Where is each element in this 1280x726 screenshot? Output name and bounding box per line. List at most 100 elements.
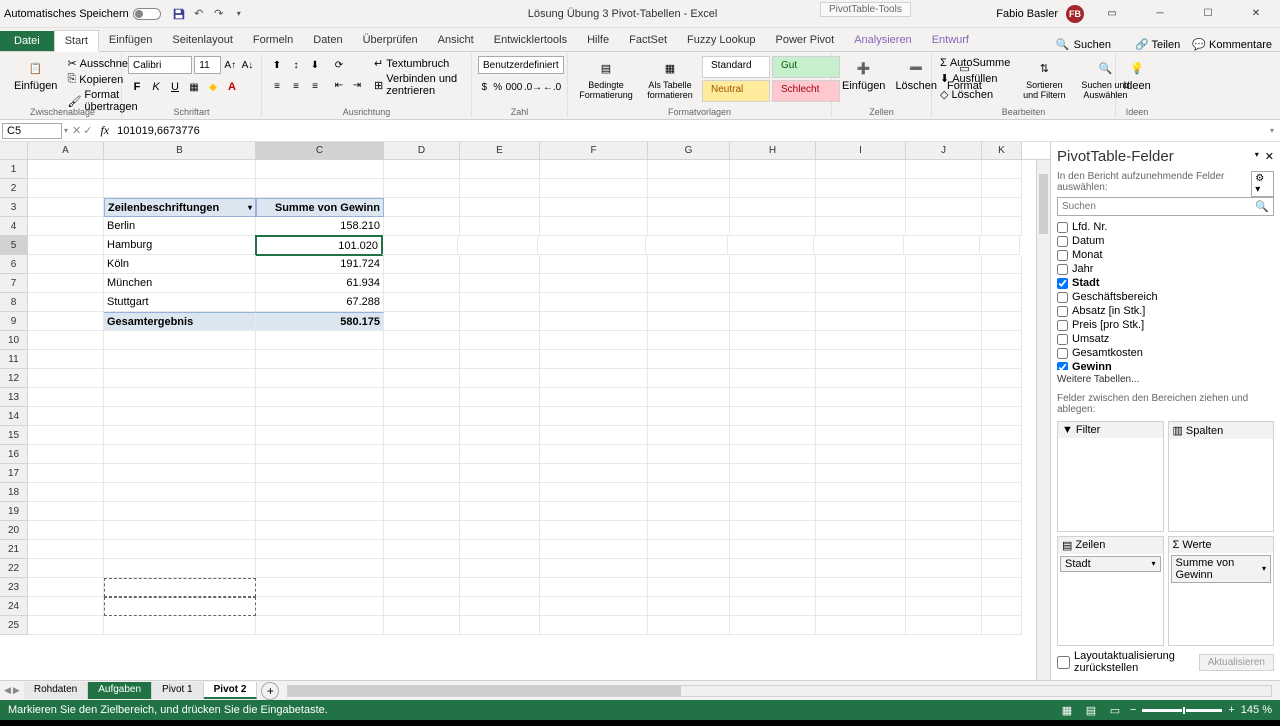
zoom-out-icon[interactable]: − <box>1130 704 1136 716</box>
cell-A16[interactable] <box>28 445 104 464</box>
col-header-I[interactable]: I <box>816 142 906 159</box>
cell-E24[interactable] <box>460 597 540 616</box>
columns-area[interactable]: ▥Spalten <box>1168 421 1275 532</box>
cell-A15[interactable] <box>28 426 104 445</box>
cell-style-neutral[interactable]: Neutral <box>702 80 770 102</box>
cell-F13[interactable] <box>540 388 648 407</box>
cell-F4[interactable] <box>540 217 648 236</box>
cell-B13[interactable] <box>104 388 256 407</box>
cell-C7[interactable]: 61.934 <box>256 274 384 293</box>
cell-D24[interactable] <box>384 597 460 616</box>
cell-G14[interactable] <box>648 407 730 426</box>
cell-K2[interactable] <box>982 179 1022 198</box>
redo-icon[interactable]: ↷ <box>211 6 227 22</box>
cell-H18[interactable] <box>730 483 816 502</box>
cell-K22[interactable] <box>982 559 1022 578</box>
col-header-H[interactable]: H <box>730 142 816 159</box>
cell-F9[interactable] <box>540 312 648 331</box>
row-header-22[interactable]: 22 <box>0 559 28 578</box>
row-header-10[interactable]: 10 <box>0 331 28 350</box>
merge-center-button[interactable]: ⊞ Verbinden und zentrieren <box>372 72 465 98</box>
cell-D10[interactable] <box>384 331 460 350</box>
row-header-9[interactable]: 9 <box>0 312 28 331</box>
cell-D8[interactable] <box>384 293 460 312</box>
cell-B22[interactable] <box>104 559 256 578</box>
cell-C9[interactable]: 580.175 <box>256 312 384 331</box>
cell-G15[interactable] <box>648 426 730 445</box>
sheet-nav-prev-icon[interactable]: ◀ <box>4 685 11 696</box>
cell-H25[interactable] <box>730 616 816 635</box>
cell-F25[interactable] <box>540 616 648 635</box>
cell-D22[interactable] <box>384 559 460 578</box>
font-color-button[interactable]: A <box>223 78 241 96</box>
cell-I19[interactable] <box>816 502 906 521</box>
cell-I2[interactable] <box>816 179 906 198</box>
tab-ansicht[interactable]: Ansicht <box>428 30 484 51</box>
col-header-F[interactable]: F <box>540 142 648 159</box>
cell-H7[interactable] <box>730 274 816 293</box>
align-top-icon[interactable]: ⬆ <box>268 56 286 74</box>
increase-indent-icon[interactable]: ⇥ <box>348 76 366 94</box>
cell-K23[interactable] <box>982 578 1022 597</box>
cell-D1[interactable] <box>384 160 460 179</box>
zoom-slider[interactable] <box>1142 709 1222 712</box>
cell-I16[interactable] <box>816 445 906 464</box>
tab-fuzzy lookup[interactable]: Fuzzy Lookup <box>677 30 765 51</box>
align-right-icon[interactable]: ≡ <box>306 78 324 96</box>
page-break-view-icon[interactable]: ▭ <box>1106 703 1124 717</box>
cell-F1[interactable] <box>540 160 648 179</box>
pane-layout-icon[interactable]: ⚙ ▾ <box>1251 171 1274 197</box>
cell-D9[interactable] <box>384 312 460 331</box>
field-checkbox[interactable] <box>1057 362 1068 371</box>
cell-C21[interactable] <box>256 540 384 559</box>
cell-C24[interactable] <box>256 597 384 616</box>
cell-G12[interactable] <box>648 369 730 388</box>
cell-D6[interactable] <box>384 255 460 274</box>
cell-I18[interactable] <box>816 483 906 502</box>
cell-A20[interactable] <box>28 521 104 540</box>
cell-J14[interactable] <box>906 407 982 426</box>
cell-D4[interactable] <box>384 217 460 236</box>
cell-A18[interactable] <box>28 483 104 502</box>
cell-G25[interactable] <box>648 616 730 635</box>
cell-I25[interactable] <box>816 616 906 635</box>
row-header-23[interactable]: 23 <box>0 578 28 597</box>
tab-seitenlayout[interactable]: Seitenlayout <box>162 30 243 51</box>
cell-J22[interactable] <box>906 559 982 578</box>
update-button[interactable]: Aktualisieren <box>1199 654 1274 671</box>
font-name-combo[interactable]: Calibri <box>128 56 192 74</box>
clear-button[interactable]: ◇ Löschen <box>938 87 1012 102</box>
cell-E25[interactable] <box>460 616 540 635</box>
tab-überprüfen[interactable]: Überprüfen <box>353 30 428 51</box>
cell-E1[interactable] <box>460 160 540 179</box>
cell-G23[interactable] <box>648 578 730 597</box>
cell-B3[interactable]: Zeilenbeschriftungen▾ <box>104 198 256 217</box>
cell-B5[interactable]: Hamburg <box>104 236 256 255</box>
vertical-scrollbar[interactable] <box>1036 160 1050 680</box>
cell-C3[interactable]: Summe von Gewinn <box>256 198 384 217</box>
rows-area[interactable]: ▤Zeilen Stadt▾ <box>1057 536 1164 647</box>
increase-font-icon[interactable]: A↑ <box>223 56 238 74</box>
row-header-3[interactable]: 3 <box>0 198 28 217</box>
cell-B12[interactable] <box>104 369 256 388</box>
cell-I21[interactable] <box>816 540 906 559</box>
cell-E18[interactable] <box>460 483 540 502</box>
cell-K11[interactable] <box>982 350 1022 369</box>
row-header-6[interactable]: 6 <box>0 255 28 274</box>
cell-A3[interactable] <box>28 198 104 217</box>
col-header-G[interactable]: G <box>648 142 730 159</box>
row-header-24[interactable]: 24 <box>0 597 28 616</box>
cell-C12[interactable] <box>256 369 384 388</box>
save-icon[interactable] <box>171 6 187 22</box>
cell-H14[interactable] <box>730 407 816 426</box>
col-header-D[interactable]: D <box>384 142 460 159</box>
field-list[interactable]: Lfd. Nr.DatumMonatJahrStadtGeschäftsbere… <box>1057 220 1274 370</box>
cell-B18[interactable] <box>104 483 256 502</box>
cell-E7[interactable] <box>460 274 540 293</box>
cell-C19[interactable] <box>256 502 384 521</box>
cell-J23[interactable] <box>906 578 982 597</box>
filter-area[interactable]: ▼Filter <box>1057 421 1164 532</box>
row-header-5[interactable]: 5 <box>0 236 28 255</box>
cell-D16[interactable] <box>384 445 460 464</box>
cell-H23[interactable] <box>730 578 816 597</box>
